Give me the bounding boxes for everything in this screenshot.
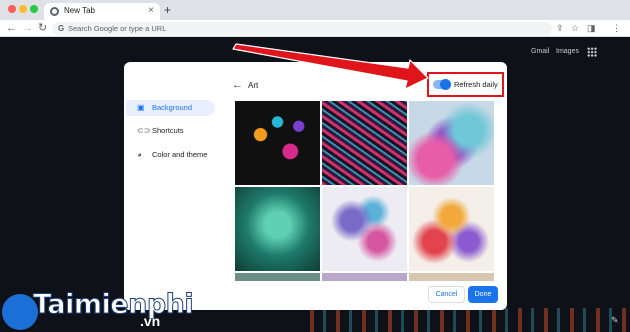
annotation-arrow bbox=[232, 43, 429, 90]
red-arrow-shape bbox=[232, 43, 429, 90]
watermark-suffix: .vn bbox=[140, 313, 161, 329]
watermark-brand: Taimienphi bbox=[32, 289, 194, 320]
